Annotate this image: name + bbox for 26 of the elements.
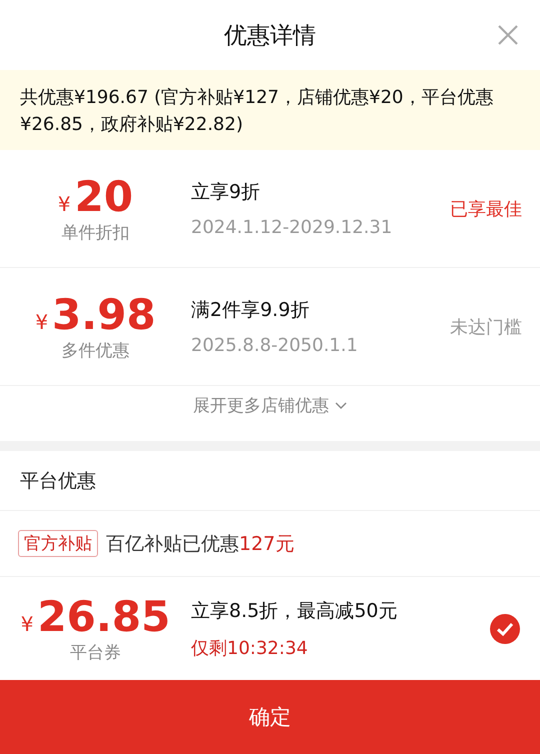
subsidy-text: 百亿补贴已优惠127元	[106, 532, 294, 556]
offer-type: 单件折扣	[62, 222, 130, 244]
discount-amount: 20	[74, 173, 134, 221]
coupon-countdown: 仅剩10:32:34	[191, 636, 309, 660]
dialog-title: 优惠详情	[224, 22, 316, 50]
offer-title: 满2件享9.9折	[191, 298, 310, 323]
confirm-button[interactable]: 确定	[0, 680, 540, 754]
checked-icon[interactable]	[490, 614, 520, 644]
offer-title: 立享9折	[191, 180, 262, 205]
subsidy-badge: 官方补贴	[18, 530, 98, 557]
offer-dates: 2025.8.8-2050.1.1	[191, 335, 359, 356]
offer-status: 已享最佳	[450, 198, 522, 220]
section-heading: 平台优惠	[20, 468, 96, 494]
coupon-type: 平台券	[70, 642, 121, 664]
currency-symbol: ¥	[58, 192, 71, 216]
currency-symbol: ¥	[35, 310, 48, 334]
summary-text: 共优惠¥196.67 (官方补贴¥127，店铺优惠¥20，平台优惠¥26.85，政府补贴¥22.82)	[20, 87, 494, 135]
offer-type: 多件优惠	[62, 340, 130, 362]
offer-status: 未达门槛	[450, 316, 522, 338]
currency-symbol: ¥	[20, 612, 34, 636]
offer-dates: 2024.1.12-2029.12.31	[191, 217, 394, 238]
coupon-title: 立享8.5折，最高减50元	[191, 598, 398, 624]
expand-link[interactable]: 展开更多店铺优惠	[193, 394, 347, 417]
discount-amount: 3.98	[52, 291, 156, 339]
chevron-down-icon	[335, 402, 347, 410]
coupon-amount: 26.85	[37, 593, 170, 641]
